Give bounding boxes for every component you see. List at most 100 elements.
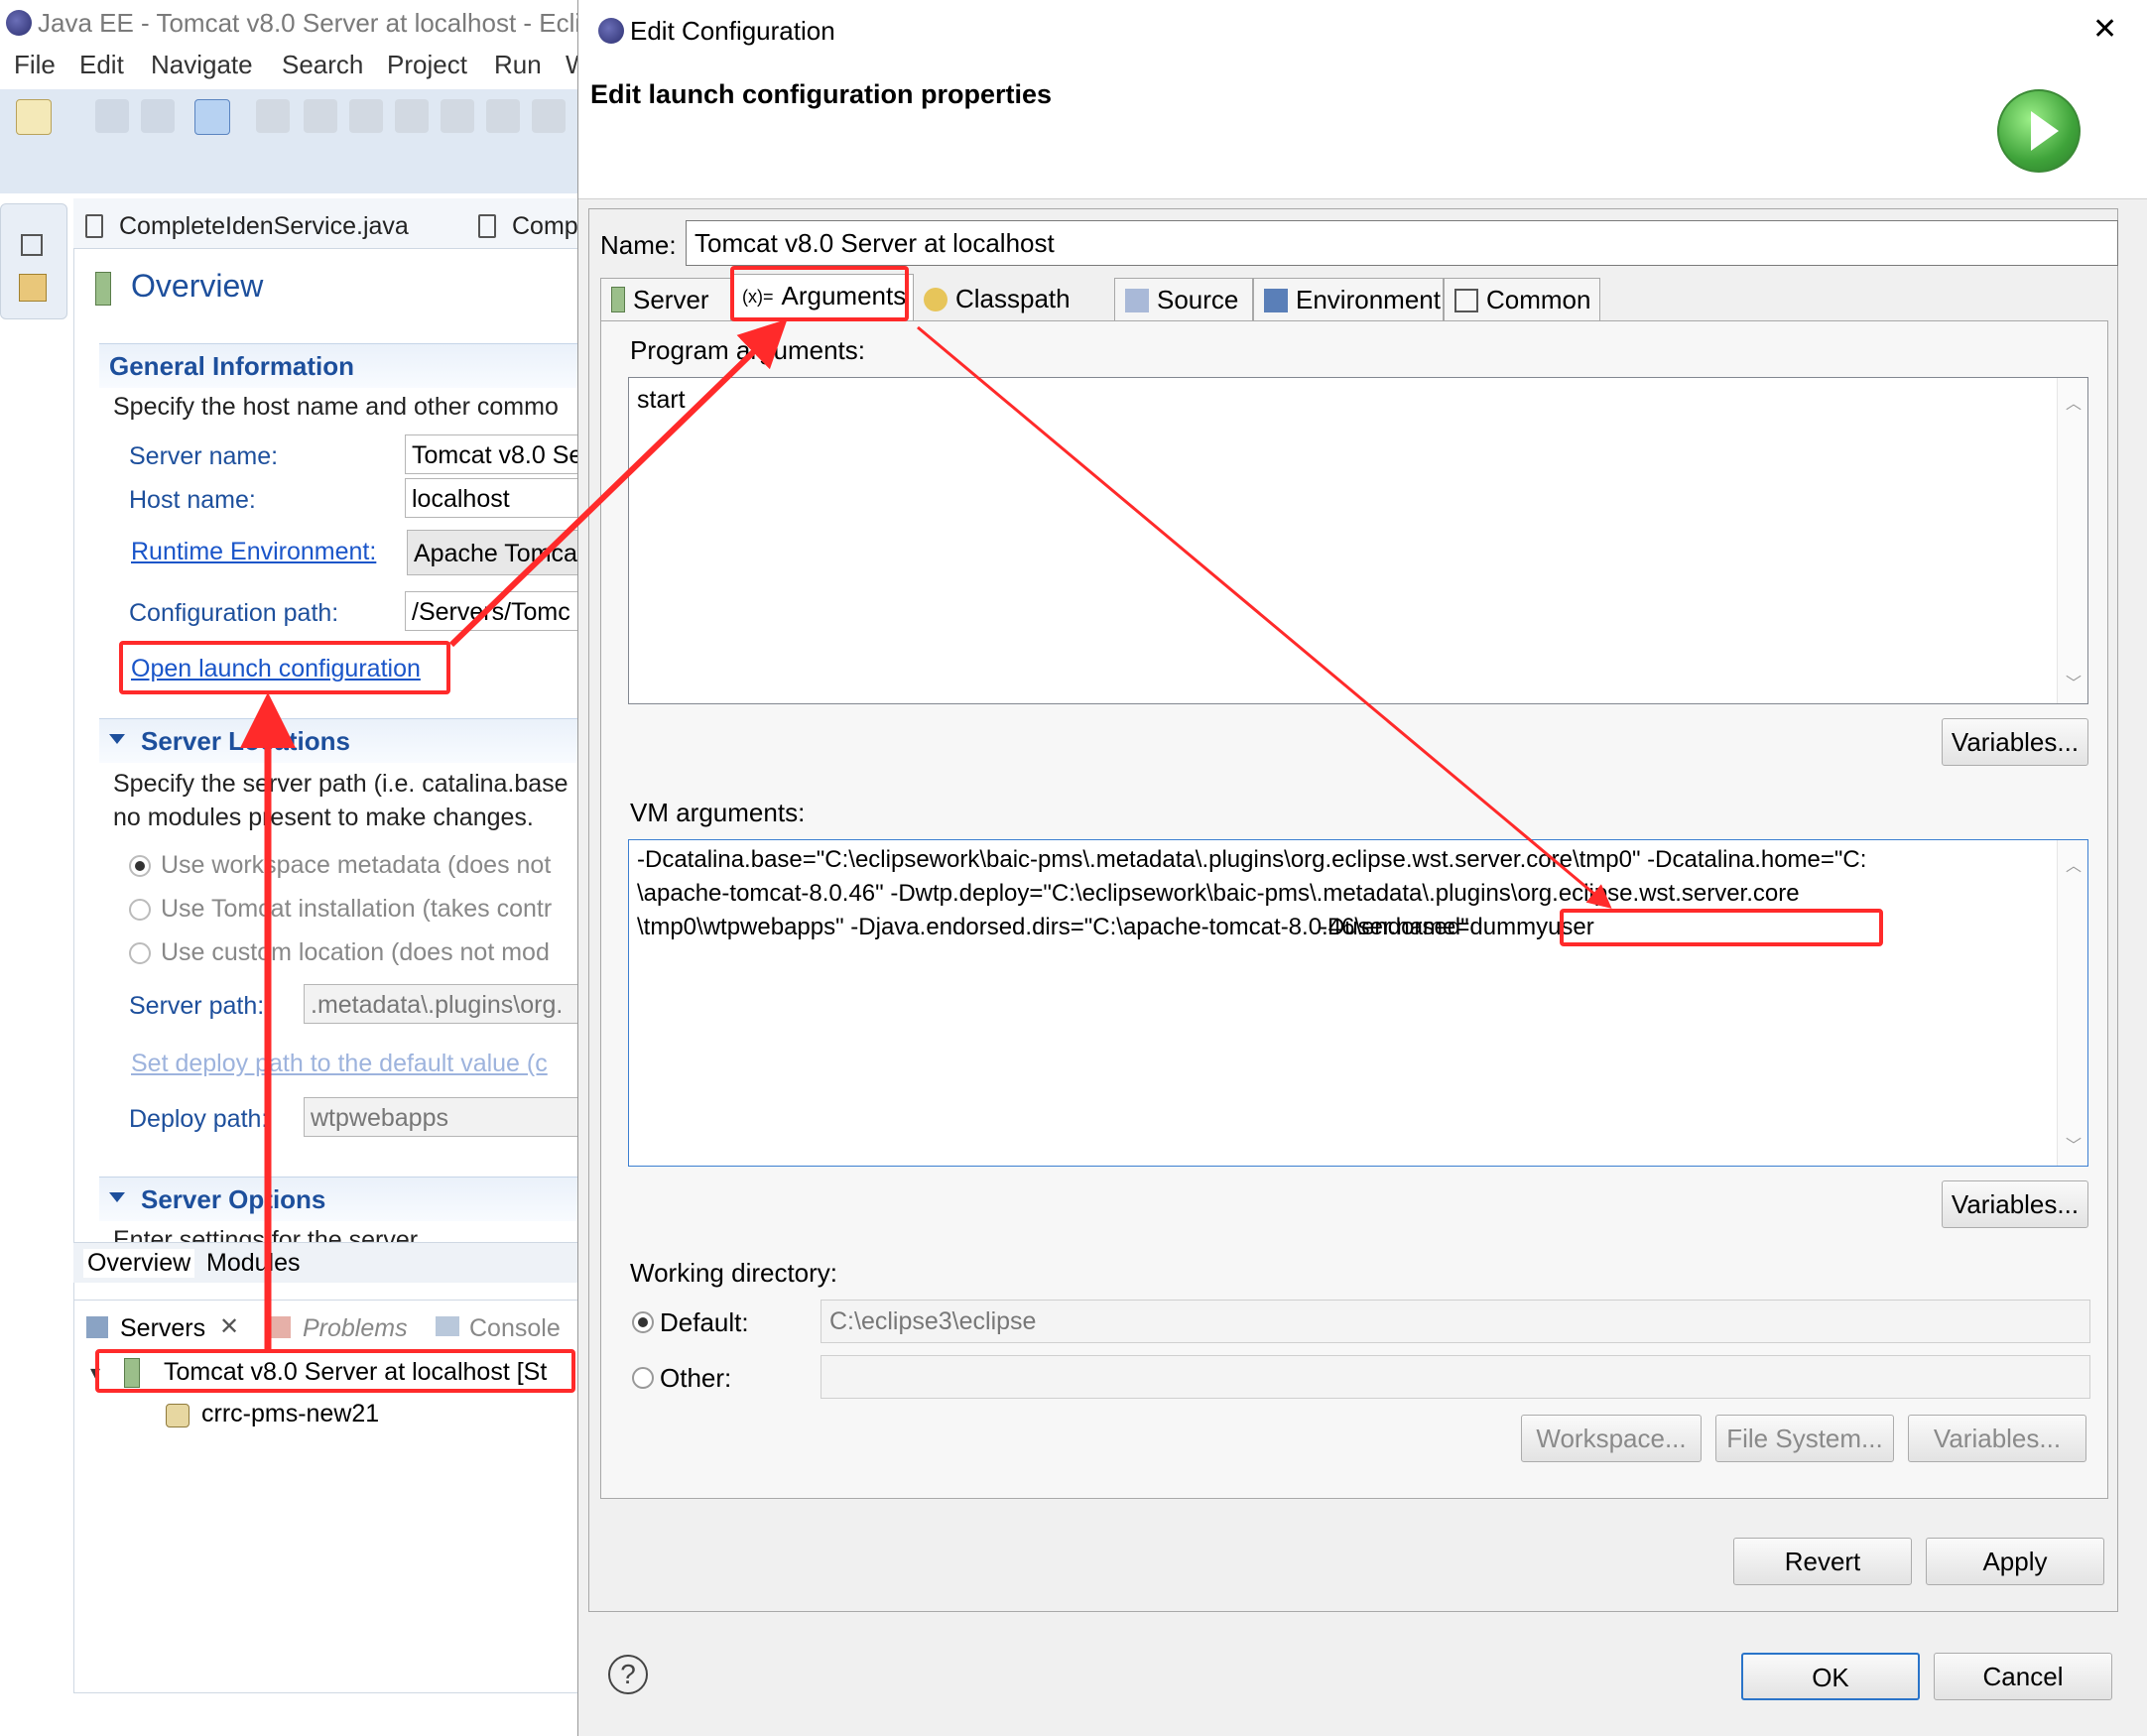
java-file-icon (478, 214, 496, 238)
menu-navigate[interactable]: Navigate (151, 50, 253, 80)
default-directory-input[interactable]: C:\eclipse3\eclipse (821, 1300, 2090, 1343)
chevron-down-icon[interactable]: ﹀ (2066, 1132, 2082, 1156)
close-icon[interactable]: ✕ (219, 1312, 239, 1341)
skip-breakpoints-icon[interactable] (194, 99, 230, 135)
menu-search[interactable]: Search (282, 50, 363, 80)
radio-default[interactable] (632, 1311, 654, 1333)
tab-environment[interactable]: Environment (1253, 278, 1444, 321)
close-icon[interactable]: ✕ (2092, 12, 2117, 47)
radio-tomcat-installation-label: Use Tomcat installation (takes contr (161, 895, 553, 923)
menu-file[interactable]: File (14, 50, 56, 80)
vm-arguments-label: VM arguments: (630, 798, 806, 827)
tab-comp[interactable]: Comp (512, 212, 578, 241)
other-directory-input[interactable] (821, 1355, 2090, 1399)
host-name-input[interactable]: localhost (405, 478, 595, 518)
name-input[interactable]: Tomcat v8.0 Server at localhost (686, 220, 2118, 266)
disconnect-icon[interactable] (395, 99, 429, 133)
ok-button[interactable]: OK (1741, 1653, 1920, 1700)
step-into-icon[interactable] (441, 99, 474, 133)
runtime-environment-link[interactable]: Runtime Environment: (131, 538, 376, 566)
server-options-description-clip: Enter settings for the server. (113, 1226, 595, 1242)
overview-title: Overview (131, 268, 264, 304)
menu-edit[interactable]: Edit (79, 50, 124, 80)
resume-icon[interactable] (256, 99, 290, 133)
chevron-down-icon[interactable]: ﹀ (2066, 670, 2082, 693)
tab-source[interactable]: Source (1114, 278, 1253, 321)
vm-arguments-textarea[interactable]: -Dcatalina.base="C:\eclipsework\baic-pms… (628, 839, 2088, 1167)
name-label: Name: (600, 230, 677, 260)
new-file-icon[interactable] (16, 99, 52, 135)
chevron-down-icon[interactable] (109, 1192, 125, 1202)
vm-arguments-line-2: \apache-tomcat-8.0.46" -Dwtp.deploy="C:\… (637, 880, 1800, 907)
server-locations-title: Server Locations (141, 726, 350, 756)
tab-overview[interactable]: Overview (83, 1249, 195, 1278)
deploy-path-input[interactable]: wtpwebapps (304, 1097, 595, 1137)
console-view-icon (436, 1316, 459, 1336)
file-system-button[interactable]: File System... (1715, 1415, 1894, 1462)
package-explorer-icon[interactable] (19, 274, 47, 302)
dialog-title: Edit Configuration (630, 16, 835, 46)
radio-workspace-metadata[interactable] (129, 855, 151, 877)
eclipse-window: Java EE - Tomcat v8.0 Server at localhos… (0, 0, 595, 1736)
radio-other[interactable] (632, 1367, 654, 1389)
set-deploy-path-link[interactable]: Set deploy path to the default value (c (131, 1050, 548, 1078)
apply-button[interactable]: Apply (1926, 1538, 2104, 1585)
general-info-title: General Information (109, 351, 355, 381)
step-over-icon[interactable] (486, 99, 520, 133)
save-all-icon[interactable] (141, 99, 175, 133)
chevron-up-icon[interactable]: ︿ (2066, 390, 2082, 414)
workspace-button[interactable]: Workspace... (1521, 1415, 1702, 1462)
terminate-icon[interactable] (349, 99, 383, 133)
eclipse-logo-icon (598, 18, 624, 44)
tab-problems[interactable]: Problems (303, 1314, 408, 1343)
step-return-icon[interactable] (532, 99, 566, 133)
server-icon (611, 287, 625, 312)
server-path-input[interactable]: .metadata\.plugins\org. (304, 984, 595, 1024)
dialog-header-title: Edit launch configuration properties (590, 79, 1053, 109)
program-arguments-scrollbar[interactable]: ︿ ﹀ (2057, 378, 2087, 703)
configuration-path-input[interactable]: /Servers/Tomc (405, 591, 595, 631)
radio-custom-location-label: Use custom location (does not mod (161, 938, 550, 966)
server-name-label: Server name: (129, 442, 279, 470)
tab-classpath[interactable]: Classpath (914, 278, 1114, 321)
run-icon (1997, 89, 2081, 173)
server-path-label: Server path: (129, 992, 265, 1020)
chevron-down-icon[interactable] (109, 734, 125, 744)
eclipse-toolbar (0, 89, 595, 193)
server-options-description: Enter settings for the server. (113, 1226, 424, 1242)
save-icon[interactable] (95, 99, 129, 133)
revert-button[interactable]: Revert (1733, 1538, 1912, 1585)
restore-icon[interactable] (21, 234, 43, 256)
minimized-views-strip (0, 203, 67, 319)
chevron-up-icon[interactable]: ︿ (2066, 852, 2082, 876)
menu-run[interactable]: Run (494, 50, 542, 80)
runtime-environment-select[interactable]: Apache Tomca (407, 530, 595, 575)
tab-console[interactable]: Console (469, 1314, 561, 1343)
working-dir-variables-button[interactable]: Variables... (1908, 1415, 2086, 1462)
module-row[interactable]: crrc-pms-new21 (201, 1400, 379, 1428)
tab-modules[interactable]: Modules (206, 1249, 301, 1278)
radio-custom-location[interactable] (129, 942, 151, 964)
cancel-button[interactable]: Cancel (1934, 1653, 2112, 1700)
program-arguments-text: start (637, 386, 686, 414)
program-arguments-textarea[interactable]: start ︿ ﹀ (628, 377, 2088, 704)
editor-tabs: CompleteIdenService.java Comp (73, 198, 595, 249)
radio-tomcat-installation[interactable] (129, 899, 151, 921)
tab-common[interactable]: Common (1444, 278, 1600, 321)
menu-project[interactable]: Project (387, 50, 467, 80)
program-variables-button[interactable]: Variables... (1942, 718, 2088, 766)
tab-server[interactable]: Server (600, 278, 731, 321)
program-arguments-label: Program arguments: (630, 335, 865, 365)
vm-variables-button[interactable]: Variables... (1942, 1180, 2088, 1228)
other-label: Other: (660, 1363, 732, 1393)
java-file-icon (85, 214, 103, 238)
vm-arguments-scrollbar[interactable]: ︿ ﹀ (2057, 840, 2087, 1166)
server-locations-description-1: Specify the server path (i.e. catalina.b… (113, 770, 568, 798)
tab-servers[interactable]: Servers (120, 1314, 205, 1343)
default-label: Default: (660, 1307, 749, 1337)
server-name-input[interactable]: Tomcat v8.0 Se (405, 434, 595, 474)
eclipse-window-title: Java EE - Tomcat v8.0 Server at localhos… (38, 8, 595, 38)
suspend-icon[interactable] (304, 99, 337, 133)
tab-complete-iden-service[interactable]: CompleteIdenService.java (119, 212, 409, 241)
help-icon[interactable]: ? (608, 1655, 648, 1694)
